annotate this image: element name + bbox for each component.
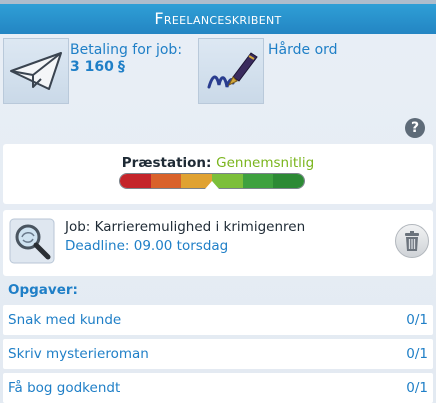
job-card: Job: Karrieremulighed i krimigenren Dead… bbox=[3, 210, 433, 276]
help-icon[interactable]: ? bbox=[405, 118, 425, 138]
performance-segment bbox=[273, 174, 304, 188]
task-label: Få bog godkendt bbox=[8, 380, 121, 396]
job-deadline: Deadline: 09.00 torsdag bbox=[65, 238, 229, 254]
performance-value: Gennemsnitlig bbox=[216, 155, 315, 171]
task-row[interactable]: Skriv mysterieroman 0/1 bbox=[3, 339, 433, 369]
job-title: Job: Karrieremulighed i krimigenren bbox=[65, 219, 306, 235]
payment-label: Betaling for job: bbox=[70, 42, 183, 58]
performance-marker bbox=[205, 181, 219, 189]
task-count: 0/1 bbox=[406, 312, 428, 328]
trait-label: Hårde ord bbox=[268, 42, 338, 58]
task-row[interactable]: Få bog godkendt 0/1 bbox=[3, 373, 433, 403]
payment-value: 3 160 § bbox=[70, 59, 125, 76]
performance-segment bbox=[120, 174, 151, 188]
freelance-panel: Freelanceskribent Betaling for job: 3 16… bbox=[0, 0, 436, 403]
performance-text: Præstation: Gennemsnitlig bbox=[3, 155, 433, 171]
task-count: 0/1 bbox=[406, 346, 428, 362]
task-row[interactable]: Snak med kunde 0/1 bbox=[3, 305, 433, 335]
payment-amount: 3 160 bbox=[70, 59, 114, 75]
performance-box: Præstation: Gennemsnitlig bbox=[3, 144, 433, 204]
magnifying-glass-icon bbox=[9, 218, 55, 264]
task-label: Skriv mysterieroman bbox=[8, 346, 149, 362]
paper-plane-icon bbox=[10, 52, 62, 90]
task-count: 0/1 bbox=[406, 380, 428, 396]
payment-tile bbox=[3, 38, 69, 104]
task-label: Snak med kunde bbox=[8, 312, 122, 328]
trash-icon bbox=[405, 231, 419, 251]
delete-job-button[interactable] bbox=[395, 224, 429, 258]
performance-label: Præstation: bbox=[121, 155, 212, 171]
tasks-header: Opgaver: bbox=[8, 282, 78, 298]
fountain-pen-icon bbox=[207, 52, 258, 89]
panel-title: Freelanceskribent bbox=[0, 4, 436, 34]
performance-segment bbox=[150, 174, 182, 188]
trait-tile bbox=[198, 38, 264, 104]
simoleon-symbol: § bbox=[117, 59, 125, 75]
performance-segment bbox=[242, 174, 274, 188]
